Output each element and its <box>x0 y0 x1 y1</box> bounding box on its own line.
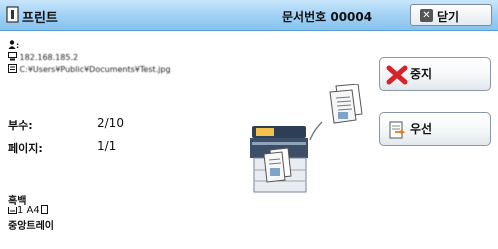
close-label: 닫기 <box>437 10 460 24</box>
output-document-icon <box>263 147 292 183</box>
pages-label: 페이지: <box>8 142 43 155</box>
document-number: 문서번호 00004 <box>282 10 373 24</box>
paper-line: 1 A4 <box>8 205 48 216</box>
user-label: : <box>16 41 20 50</box>
user-line: : <box>8 40 19 50</box>
paper-size: 1 A4 <box>17 205 40 216</box>
tray-name: 중앙트레이 <box>8 221 54 232</box>
incoming-document-icon <box>329 84 363 124</box>
close-icon: ✕ <box>420 9 433 22</box>
portrait-paper-icon <box>40 205 48 214</box>
stop-label: 중지 <box>410 67 433 81</box>
file-path: C:¥Users¥Public¥Documents¥Test.jpg <box>19 65 171 74</box>
user-icon <box>8 40 16 49</box>
title-bar: 프린트 문서번호 00004 ✕ 닫기 <box>0 0 498 31</box>
priority-label: 우선 <box>410 122 433 136</box>
print-job-icon <box>6 6 19 23</box>
stop-button[interactable]: 중지 <box>379 57 491 91</box>
pages-value: 1/1 <box>97 139 117 153</box>
file-icon <box>8 64 17 73</box>
priority-button[interactable]: 우선 <box>379 112 491 146</box>
ip-line: 182.168.185.2 <box>8 52 78 62</box>
copies-value: 2/10 <box>97 116 124 130</box>
ip-address: 182.168.185.2 <box>19 53 79 62</box>
copies-label: 부수: <box>8 119 33 132</box>
print-job-panel: 프린트 문서번호 00004 ✕ 닫기 : 182.168.185.2 C:¥U… <box>0 0 498 249</box>
page-title: 프린트 <box>22 11 58 26</box>
stop-icon <box>386 65 408 85</box>
close-button[interactable]: ✕ 닫기 <box>410 4 492 26</box>
priority-icon <box>389 121 406 139</box>
tray-icon <box>8 207 17 214</box>
file-line: C:¥Users¥Public¥Documents¥Test.jpg <box>8 64 171 74</box>
computer-icon <box>8 52 17 61</box>
printer-illustration-icon <box>250 84 363 193</box>
